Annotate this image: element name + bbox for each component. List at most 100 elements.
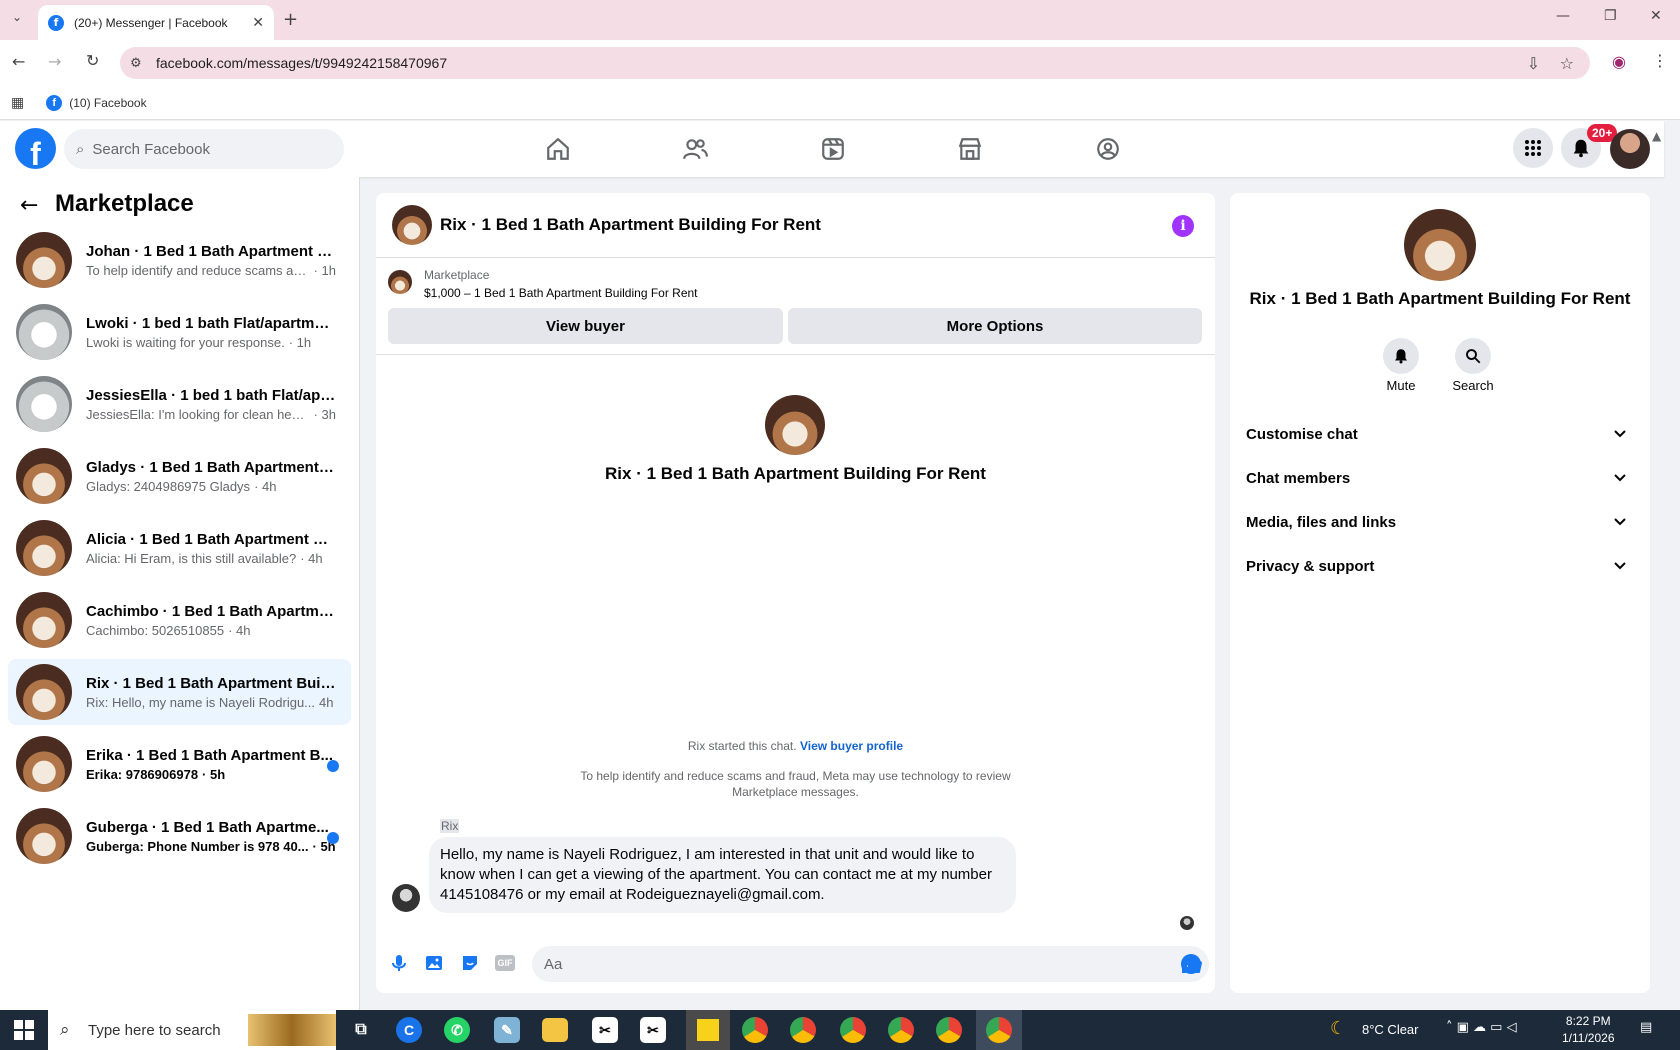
active-chrome-button[interactable] (976, 1010, 1022, 1050)
conversation-item[interactable]: Guberga · 1 Bed 1 Bath Apartme... Guberga… (8, 803, 351, 869)
conversation-name: Lwoki · 1 bed 1 bath Flat/apartment (86, 314, 336, 332)
site-info-icon[interactable]: ⚙ (130, 56, 142, 71)
photo-icon[interactable] (424, 953, 444, 978)
conversation-item[interactable]: JessiesElla · 1 bed 1 bath Flat/apart...… (8, 371, 351, 437)
minimize-icon[interactable]: — (1556, 8, 1570, 24)
conversation-item[interactable]: Rix · 1 Bed 1 Bath Apartment Buildi... Ri… (8, 659, 351, 725)
conversation-item[interactable]: Erika · 1 Bed 1 Bath Apartment B... Erika… (8, 731, 351, 797)
conversation-item[interactable]: Alicia · 1 Bed 1 Bath Apartment Bui... Al… (8, 515, 351, 581)
new-tab-icon[interactable]: + (283, 9, 298, 30)
conversation-thumbnail (16, 592, 72, 648)
menu-grid-button[interactable] (1513, 128, 1553, 168)
canva-app-icon[interactable]: C (396, 1017, 422, 1043)
conversation-time: · 4h (254, 478, 277, 494)
panel-title: Marketplace (55, 190, 194, 217)
details-thumbnail[interactable] (1404, 209, 1476, 281)
tab-title: (20+) Messenger | Facebook (74, 15, 228, 30)
chrome-profile-5-icon[interactable] (936, 1017, 962, 1043)
bookmark-star-icon[interactable]: ☆ (1560, 54, 1574, 73)
conversation-item[interactable]: Johan · 1 Bed 1 Bath Apartment Bu... To h… (8, 227, 351, 293)
reload-icon[interactable]: ↻ (86, 51, 99, 70)
unread-dot (327, 760, 339, 772)
listing-thumbnail[interactable] (388, 270, 412, 294)
chrome-profile-1-icon[interactable] (742, 1017, 768, 1043)
browser-tab[interactable]: f (20+) Messenger | Facebook ✕ (38, 5, 274, 40)
video-nav-icon[interactable] (815, 131, 851, 167)
sticky-notes-app-button[interactable] (686, 1010, 730, 1050)
bookmark-facebook[interactable]: (10) Facebook (69, 96, 146, 110)
account-avatar[interactable] (1610, 129, 1650, 169)
url-text: facebook.com/messages/t/9949242158470967 (156, 55, 448, 71)
chat-listing-thumbnail[interactable] (392, 205, 432, 245)
message-line: 4145108476 or my email at Rodeigueznayel… (440, 886, 825, 903)
task-view-icon[interactable]: ⧉ (346, 1016, 376, 1044)
clock-date: 1/11/2026 (1562, 1031, 1615, 1045)
capcut-app-icon[interactable]: ✂ (592, 1017, 618, 1043)
listing-title[interactable]: $1,000 – 1 Bed 1 Bath Apartment Building… (424, 286, 698, 300)
chat-info-icon[interactable]: i (1172, 215, 1194, 237)
details-section-label: Privacy & support (1246, 557, 1375, 575)
conversation-time: · 5h (202, 766, 226, 782)
facebook-search-input[interactable]: ⌕ Search Facebook (64, 129, 344, 169)
browser-menu-icon[interactable]: ⋮ (1652, 51, 1668, 70)
marketplace-nav-icon[interactable] (952, 131, 988, 167)
gif-icon[interactable]: GIF (495, 955, 515, 971)
details-section-label: Chat members (1246, 469, 1351, 487)
tab-list-chevron-icon[interactable]: ⌄ (12, 10, 22, 24)
search-conversation-button[interactable] (1455, 338, 1491, 374)
clock[interactable]: 8:22 PM 1/11/2026 (1562, 1013, 1615, 1047)
chrome-profile-3-icon[interactable] (840, 1017, 866, 1043)
conversation-preview: Erika: 9786906978 (86, 766, 199, 782)
file-explorer-icon[interactable] (542, 1018, 568, 1042)
apps-grid-icon[interactable]: ▦ (11, 95, 24, 111)
taskbar-search-input[interactable]: ⌕ Type here to search (48, 1010, 336, 1050)
view-buyer-button[interactable]: View buyer (388, 308, 783, 344)
chrome-profile-2-icon[interactable] (790, 1017, 816, 1043)
conversation-item[interactable]: Cachimbo · 1 Bed 1 Bath Apartmen... Cachi… (8, 587, 351, 653)
chat-intro-thumbnail (765, 395, 825, 455)
clock-time: 8:22 PM (1565, 1014, 1611, 1028)
address-bar[interactable]: ⚙ facebook.com/messages/t/99492421584709… (120, 47, 1590, 79)
microphone-icon[interactable] (389, 953, 409, 978)
facebook-logo-icon[interactable]: f (15, 128, 56, 169)
install-app-icon[interactable]: ⇩ (1527, 54, 1540, 73)
chat-header[interactable]: Rix · 1 Bed 1 Bath Apartment Building Fo… (376, 193, 1215, 258)
back-arrow-icon[interactable]: ← (20, 193, 38, 218)
home-nav-icon[interactable] (540, 131, 576, 167)
conversation-item[interactable]: Gladys · 1 Bed 1 Bath Apartment B... Glad… (8, 443, 351, 509)
view-buyer-profile-link[interactable]: View buyer profile (800, 739, 903, 753)
whatsapp-app-icon[interactable]: ✆ (444, 1017, 470, 1043)
details-section-row[interactable]: Chat members (1246, 458, 1636, 498)
chat-title[interactable]: Rix · 1 Bed 1 Bath Apartment Building Fo… (440, 215, 821, 235)
message-input[interactable]: Aa (532, 946, 1209, 982)
capcut-app-icon-2[interactable]: ✂ (640, 1017, 666, 1043)
weather-text[interactable]: 8°C Clear (1362, 1022, 1419, 1037)
more-options-button[interactable]: More Options (788, 308, 1202, 344)
sticker-icon[interactable] (460, 953, 480, 978)
details-section-row[interactable]: Privacy & support (1246, 546, 1636, 586)
like-thumb-icon[interactable] (1180, 952, 1204, 981)
notification-center-icon[interactable]: ▤ (1640, 1020, 1652, 1035)
back-icon[interactable]: ← (12, 52, 25, 71)
paint-app-icon[interactable]: ✎ (494, 1017, 520, 1043)
details-section-row[interactable]: Customise chat (1246, 414, 1636, 454)
close-tab-icon[interactable]: ✕ (252, 14, 264, 31)
sender-avatar[interactable] (392, 884, 420, 912)
profile-icon[interactable]: ◉ (1612, 52, 1626, 71)
conversation-time: · 4h (228, 622, 251, 638)
search-placeholder: Search Facebook (92, 140, 210, 158)
details-section-row[interactable]: Media, files and links (1246, 502, 1636, 542)
gaming-nav-icon[interactable] (1090, 131, 1126, 167)
window-close-icon[interactable]: ✕ (1650, 8, 1662, 24)
forward-icon[interactable]: → (48, 52, 61, 71)
conversation-item[interactable]: Lwoki · 1 bed 1 bath Flat/apartment Lwoki… (8, 299, 351, 365)
mute-button[interactable] (1383, 338, 1419, 374)
windows-start-icon[interactable] (14, 1020, 34, 1045)
tray-icons[interactable]: ˄ ▣ ☁ ▭ ◁ (1446, 1020, 1517, 1035)
scroll-up-icon[interactable]: ▲ (1652, 129, 1661, 143)
conversation-preview: Gladys: 2404986975 Gladys (86, 478, 251, 494)
message-bubble[interactable]: Hello, my name is Nayeli Rodriguez, I am… (429, 837, 1016, 913)
friends-nav-icon[interactable] (677, 131, 713, 167)
restore-icon[interactable]: ❐ (1604, 8, 1617, 24)
chrome-profile-4-icon[interactable] (888, 1017, 914, 1043)
